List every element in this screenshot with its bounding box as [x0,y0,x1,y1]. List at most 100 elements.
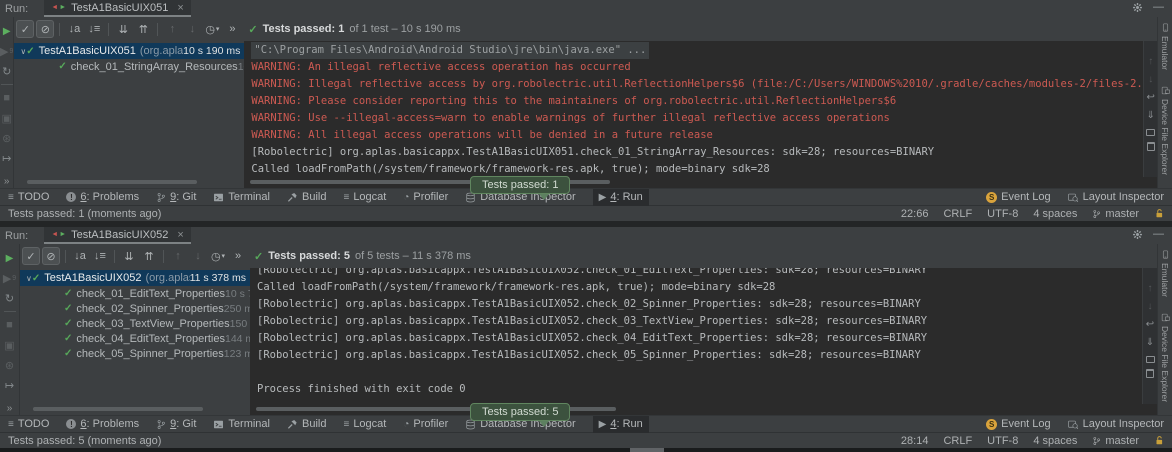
test-tree-row[interactable]: ✓ check_01_EditText_Properties 10 s 711 … [20,286,250,301]
sort-by-duration-icon[interactable]: ↓≡ [85,20,103,38]
tree-scrollbar[interactable] [33,407,203,411]
hide-icon[interactable]: — [1153,1,1164,13]
show-ignored-icon[interactable]: ⊘ [36,20,54,38]
sort-alphabetically-icon[interactable]: ↓a [65,20,83,38]
stop-icon[interactable]: ■ [3,91,10,105]
sort-by-duration-icon[interactable]: ↓≡ [91,247,109,265]
gear-icon[interactable] [1132,229,1143,240]
caret-position[interactable]: 22:66 [901,208,929,220]
attach-debugger-icon[interactable]: ⊛ [2,131,11,145]
import-tests-icon[interactable]: ↦ [5,378,14,392]
previous-failed-icon[interactable]: ↑ [169,247,187,265]
hide-icon[interactable]: — [1153,228,1164,240]
test-history-icon[interactable]: ◷▾ [209,247,227,265]
indent-setting[interactable]: 4 spaces [1033,435,1077,447]
soft-wrap-icon[interactable]: ↩ [1146,318,1154,330]
test-tree-root-row[interactable]: ∨ ✓ TestA1BasicUIX052 (org.aplas.basica … [20,270,250,286]
close-icon[interactable]: × [177,229,183,241]
lock-icon[interactable] [1154,208,1164,219]
overflow-chevron-icon[interactable]: » [223,20,241,38]
show-passed-icon[interactable]: ✓ [22,247,40,265]
tool-button-git[interactable]: 9: Git [156,189,196,206]
tree-scrollbar[interactable] [27,180,197,184]
tool-button-logcat[interactable]: ≡ Logcat [343,416,386,433]
attach-debugger-icon[interactable]: ⊛ [5,358,14,372]
import-tests-icon[interactable]: ↦ [2,151,11,165]
file-encoding[interactable]: UTF-8 [987,435,1018,447]
lock-icon[interactable] [1154,435,1164,446]
rerun-tests-icon[interactable]: ▶ [6,251,14,265]
rerun-failed-tests-icon[interactable]: ▶9 [0,44,13,58]
event-log-button[interactable]: S Event Log [986,189,1051,206]
tool-button-profiler[interactable]: ◔ Profiler [403,189,448,206]
tool-button-problems[interactable]: ! 6: Problems [66,416,139,433]
scroll-to-end-icon[interactable]: ⇓ [1146,336,1154,348]
layout-inspector-button[interactable]: Layout Inspector [1067,189,1164,206]
down-stacktrace-icon[interactable]: ↓ [1148,73,1153,85]
previous-failed-icon[interactable]: ↑ [163,20,181,38]
rerun-failed-tests-icon[interactable]: ▶9 [3,271,16,285]
clear-console-icon[interactable] [1146,369,1154,378]
run-tab[interactable]: ◄ ► TestA1BasicUIX051 × [44,0,191,17]
next-failed-icon[interactable]: ↓ [189,247,207,265]
gear-icon[interactable] [1132,2,1143,13]
test-tree-row[interactable]: ✓ check_04_EditText_Properties 144 ms [20,331,250,346]
tool-button-terminal[interactable]: Terminal [213,189,270,206]
up-stacktrace-icon[interactable]: ↑ [1148,282,1153,294]
clear-console-icon[interactable] [1147,142,1155,151]
screenshot-icon[interactable]: ▣ [4,338,14,352]
test-tree-row[interactable]: ✓ check_05_Spinner_Properties 123 ms [20,346,250,361]
show-passed-icon[interactable]: ✓ [16,20,34,38]
tool-button-todo[interactable]: ≡ TODO [8,416,49,433]
event-log-button[interactable]: S Event Log [986,416,1051,433]
tool-button-build[interactable]: Build [287,416,326,433]
print-icon[interactable] [1146,356,1155,363]
file-encoding[interactable]: UTF-8 [987,208,1018,220]
layout-inspector-button[interactable]: Layout Inspector [1067,416,1164,433]
overflow-chevron-icon[interactable]: » [229,247,247,265]
scroll-to-end-icon[interactable]: ⇓ [1147,109,1155,121]
close-icon[interactable]: × [177,2,183,14]
indent-setting[interactable]: 4 spaces [1033,208,1077,220]
tool-button-device-file-explorer[interactable]: Device File Explorer [1160,313,1170,402]
next-failed-icon[interactable]: ↓ [183,20,201,38]
test-tree-row[interactable]: ✓ check_02_Spinner_Properties 250 ms [20,301,250,316]
show-ignored-icon[interactable]: ⊘ [42,247,60,265]
up-stacktrace-icon[interactable]: ↑ [1148,55,1153,67]
tool-button-todo[interactable]: ≡ TODO [8,189,49,206]
tool-button-emulator[interactable]: Emulator [1160,23,1170,70]
git-branch-widget[interactable]: master [1092,435,1139,447]
tool-button-profiler[interactable]: ◔ Profiler [403,416,448,433]
more-chevron-icon[interactable]: » [4,176,10,187]
test-tree-root-row[interactable]: ∨ ✓ TestA1BasicUIX051 (org.aplas.basica … [14,43,244,59]
stop-icon[interactable]: ■ [6,318,13,332]
test-tree-row[interactable]: ✓ check_03_TextView_Properties 150 ms [20,316,250,331]
more-chevron-icon[interactable]: » [7,403,13,414]
sort-alphabetically-icon[interactable]: ↓a [71,247,89,265]
collapse-all-icon[interactable]: ⇈ [140,247,158,265]
print-icon[interactable] [1146,129,1155,136]
test-history-icon[interactable]: ◷▾ [203,20,221,38]
tool-button-device-file-explorer[interactable]: Device File Explorer [1160,86,1170,175]
line-separator[interactable]: CRLF [943,435,972,447]
screenshot-icon[interactable]: ▣ [1,111,11,125]
toggle-auto-test-icon[interactable]: ↻ [2,64,11,78]
rerun-tests-icon[interactable]: ▶ [3,24,11,38]
expand-all-icon[interactable]: ⇊ [114,20,132,38]
toggle-auto-test-icon[interactable]: ↻ [5,291,14,305]
tool-button-emulator[interactable]: Emulator [1160,250,1170,297]
tool-button-build[interactable]: Build [287,189,326,206]
tool-button-run[interactable]: ▶ 4: Run [593,416,649,433]
soft-wrap-icon[interactable]: ↩ [1147,91,1155,103]
run-tab[interactable]: ◄ ► TestA1BasicUIX052 × [44,227,191,244]
tool-button-problems[interactable]: ! 6: Problems [66,189,139,206]
collapse-all-icon[interactable]: ⇈ [134,20,152,38]
tool-button-logcat[interactable]: ≡ Logcat [343,189,386,206]
git-branch-widget[interactable]: master [1092,208,1139,220]
line-separator[interactable]: CRLF [943,208,972,220]
tool-button-run[interactable]: ▶ 4: Run [593,189,649,206]
tool-button-terminal[interactable]: Terminal [213,416,270,433]
down-stacktrace-icon[interactable]: ↓ [1148,300,1153,312]
caret-position[interactable]: 28:14 [901,435,929,447]
test-tree-row[interactable]: ✓ check_01_StringArray_Resources 10 s 19… [14,59,244,74]
